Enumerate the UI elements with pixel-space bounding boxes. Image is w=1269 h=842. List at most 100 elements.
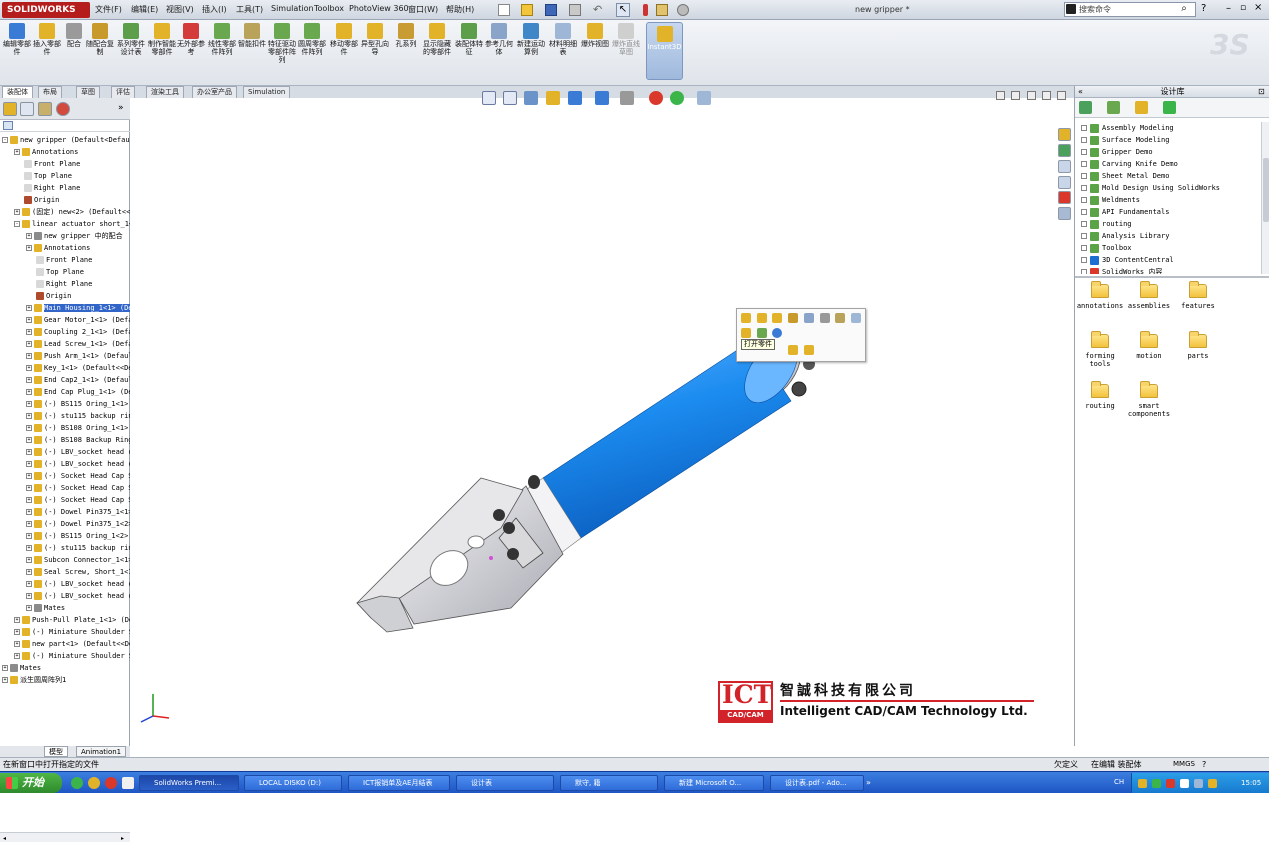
ctx-component-properties-icon[interactable] <box>804 313 814 323</box>
tree-row[interactable]: Origin <box>0 194 130 206</box>
expand-icon[interactable]: + <box>14 617 20 623</box>
library-scroll-thumb[interactable] <box>1263 158 1269 222</box>
mate-button[interactable]: 配合 <box>60 23 88 48</box>
expand-icon[interactable]: + <box>14 209 20 215</box>
task-ict-report[interactable]: ICT报销单及AE月结表 <box>348 775 450 791</box>
expand-icon[interactable]: + <box>26 521 32 527</box>
tree-row[interactable]: + Main Housing_1<1> (Def <box>0 302 130 314</box>
library-item[interactable]: Assembly Modeling <box>1081 122 1174 134</box>
task-design-table[interactable]: 设计表 <box>456 775 554 791</box>
create-new-folder-icon[interactable] <box>1135 101 1148 114</box>
library-folder[interactable]: annotations <box>1075 281 1125 310</box>
menu-edit[interactable]: 编辑(E) <box>131 4 158 15</box>
quicklaunch-browser-icon[interactable] <box>71 777 83 789</box>
tree-row[interactable]: + (-) Miniature Shoulder Sc <box>0 650 130 662</box>
expand-icon[interactable]: + <box>26 437 32 443</box>
select-pointer-icon[interactable]: ↖ <box>616 3 630 17</box>
tree-row[interactable]: + (-) Socket Head Cap Sc <box>0 470 130 482</box>
clock[interactable]: 15:05 <box>1241 773 1261 793</box>
appearances-tab-icon[interactable] <box>1058 207 1071 220</box>
expand-icon[interactable]: + <box>14 641 20 647</box>
expand-icon[interactable]: + <box>26 317 32 323</box>
display-manager-tab-icon[interactable] <box>56 102 70 116</box>
move-component-button[interactable]: 移动零部件 <box>330 23 358 56</box>
tree-row[interactable]: + (-) Dowel Pin375_1<2> <box>0 518 130 530</box>
pin-pane-icon[interactable]: ⊡ <box>1258 86 1265 98</box>
tree-row[interactable]: + (-) BS108 Backup Ring_ <box>0 434 130 446</box>
expand-icon[interactable] <box>1081 161 1087 167</box>
library-item[interactable]: Surface Modeling <box>1081 134 1169 146</box>
expand-icon[interactable]: + <box>26 305 32 311</box>
tree-row[interactable]: + (-) Dowel Pin375_1<1> <box>0 506 130 518</box>
library-folder[interactable]: motion <box>1124 331 1174 360</box>
add-file-location-icon[interactable] <box>1107 101 1120 114</box>
task-new-microsoft-office[interactable]: 新建 Microsoft O... <box>664 775 764 791</box>
tree-row[interactable]: + (-) LBV_socket head ca <box>0 578 130 590</box>
expand-icon[interactable]: + <box>26 449 32 455</box>
expand-icon[interactable]: + <box>26 557 32 563</box>
tray-update-icon[interactable] <box>1208 779 1217 788</box>
no-external-references-button[interactable]: 无外部参考 <box>177 23 205 56</box>
library-folder[interactable]: assemblies <box>1124 281 1174 310</box>
task-solidworks[interactable]: SolidWorks Premi... <box>139 775 239 791</box>
expand-icon[interactable] <box>1081 149 1087 155</box>
explode-line-sketch-button[interactable]: 爆炸直线草图 <box>612 23 640 56</box>
search-tab-icon[interactable] <box>1058 176 1071 189</box>
menu-help[interactable]: 帮助(H) <box>446 4 474 15</box>
taskbar-more-chevron-icon[interactable]: » <box>866 778 871 787</box>
tree-row[interactable]: Front Plane <box>0 158 130 170</box>
tree-row[interactable]: + Push Arm_1<1> (Default <box>0 350 130 362</box>
tree-row[interactable]: + (-) Socket Head Cap Sc <box>0 494 130 506</box>
tree-row[interactable]: Top Plane <box>0 266 130 278</box>
expand-icon[interactable]: + <box>26 353 32 359</box>
tree-row[interactable]: + (-) LBV_socket head ca <box>0 446 130 458</box>
edit-appearance-icon[interactable] <box>649 91 663 105</box>
tree-row[interactable]: + Seal Screw, Short_1<1> <box>0 566 130 578</box>
tree-row[interactable]: Origin <box>0 290 130 302</box>
ctx-open-part-icon[interactable] <box>741 328 751 338</box>
smart-fasteners-button[interactable]: 智能扣件 <box>238 23 266 48</box>
menu-insert[interactable]: 插入(I) <box>202 4 227 15</box>
configuration-manager-tab-icon[interactable] <box>38 102 52 116</box>
expand-icon[interactable]: + <box>26 593 32 599</box>
ctx-rebuild-icon[interactable] <box>835 313 845 323</box>
rebuild-icon[interactable] <box>643 4 648 16</box>
graphics-viewport[interactable] <box>131 98 1073 746</box>
tree-row[interactable]: + (固定) new<2> (Default<<D <box>0 206 130 218</box>
property-manager-tab-icon[interactable] <box>20 102 34 116</box>
tree-row[interactable]: + Mates <box>0 602 130 614</box>
tray-security-icon[interactable] <box>1166 779 1175 788</box>
input-language[interactable]: CH <box>1114 778 1124 786</box>
expand-icon[interactable]: + <box>26 413 32 419</box>
library-folder[interactable]: forming tools <box>1075 331 1125 368</box>
design-table-button[interactable]: 系列零件设计表 <box>117 23 145 56</box>
display-style-icon[interactable] <box>595 91 609 105</box>
search-icon[interactable]: ⌕ <box>1176 2 1192 17</box>
expand-icon[interactable]: + <box>26 425 32 431</box>
ctx-edit-assembly-icon[interactable] <box>757 313 767 323</box>
expand-icon[interactable]: + <box>26 365 32 371</box>
tree-row[interactable]: + new gripper 中的配合 <box>0 230 130 242</box>
tree-row[interactable]: + (-) stu115 backup ring <box>0 410 130 422</box>
tab-sketch[interactable]: 草图 <box>76 86 100 98</box>
minimize-icon[interactable]: – <box>1226 3 1231 14</box>
library-item[interactable]: 3D ContentCentral <box>1081 254 1174 266</box>
tree-row[interactable]: + End Cap Plug_1<1> (Def <box>0 386 130 398</box>
library-item[interactable]: routing <box>1081 218 1132 230</box>
circular-pattern-button[interactable]: 圆周零部件阵列 <box>298 23 326 56</box>
expand-icon[interactable]: + <box>26 533 32 539</box>
tree-filter-bar[interactable] <box>0 120 130 132</box>
expand-icon[interactable] <box>1081 137 1087 143</box>
view-settings-icon[interactable] <box>697 91 711 105</box>
close-icon[interactable]: × <box>1254 2 1262 13</box>
task-design-table-pdf[interactable]: 设计表.pdf - Ado... <box>770 775 864 791</box>
tree-row[interactable]: + new part<1> (Default<<Def <box>0 638 130 650</box>
save-icon[interactable] <box>545 4 557 16</box>
tab-render-tools[interactable]: 渲染工具 <box>146 86 184 98</box>
hole-series-button[interactable]: 孔系列 <box>392 23 420 48</box>
expand-icon[interactable] <box>1081 221 1087 227</box>
feature-tree-tab-icon[interactable] <box>3 102 17 116</box>
library-item[interactable]: Analysis Library <box>1081 230 1169 242</box>
collapse-pane-chevron-icon[interactable]: « <box>1078 86 1083 98</box>
expand-icon[interactable]: + <box>2 665 8 671</box>
